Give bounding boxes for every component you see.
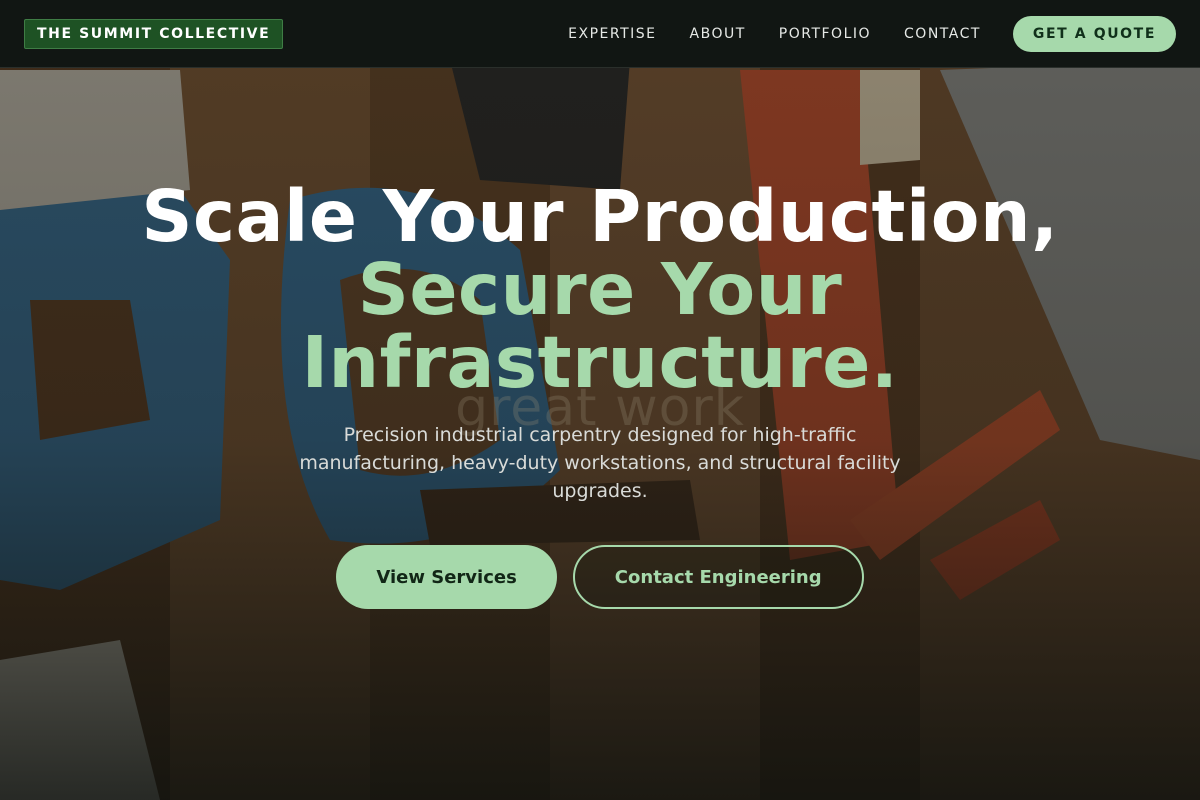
top-navigation-bar: THE SUMMIT COLLECTIVE EXPERTISE ABOUT PO…: [0, 0, 1200, 68]
hero-cta-group: View Services Contact Engineering: [0, 545, 1200, 609]
nav-link-about[interactable]: ABOUT: [690, 26, 746, 42]
get-a-quote-button[interactable]: GET A QUOTE: [1012, 15, 1176, 52]
hero-section: Scale Your Production, Secure Your Infra…: [0, 180, 1200, 609]
nav-links: EXPERTISE ABOUT PORTFOLIO CONTACT: [568, 26, 981, 42]
hero-subtitle: Precision industrial carpentry designed …: [299, 424, 901, 502]
headline-line-3: Infrastructure.: [301, 321, 899, 404]
nav-link-expertise[interactable]: EXPERTISE: [568, 26, 656, 42]
brand-logo[interactable]: THE SUMMIT COLLECTIVE: [24, 18, 284, 49]
headline-line-1: Scale Your Production,: [141, 175, 1059, 258]
contact-engineering-button[interactable]: Contact Engineering: [572, 545, 864, 609]
hero-headline: Scale Your Production, Secure Your Infra…: [0, 180, 1200, 399]
headline-line-2: Secure Your: [357, 248, 843, 331]
nav-link-portfolio[interactable]: PORTFOLIO: [779, 26, 871, 42]
nav-link-contact[interactable]: CONTACT: [904, 26, 981, 42]
view-services-button[interactable]: View Services: [336, 545, 557, 609]
